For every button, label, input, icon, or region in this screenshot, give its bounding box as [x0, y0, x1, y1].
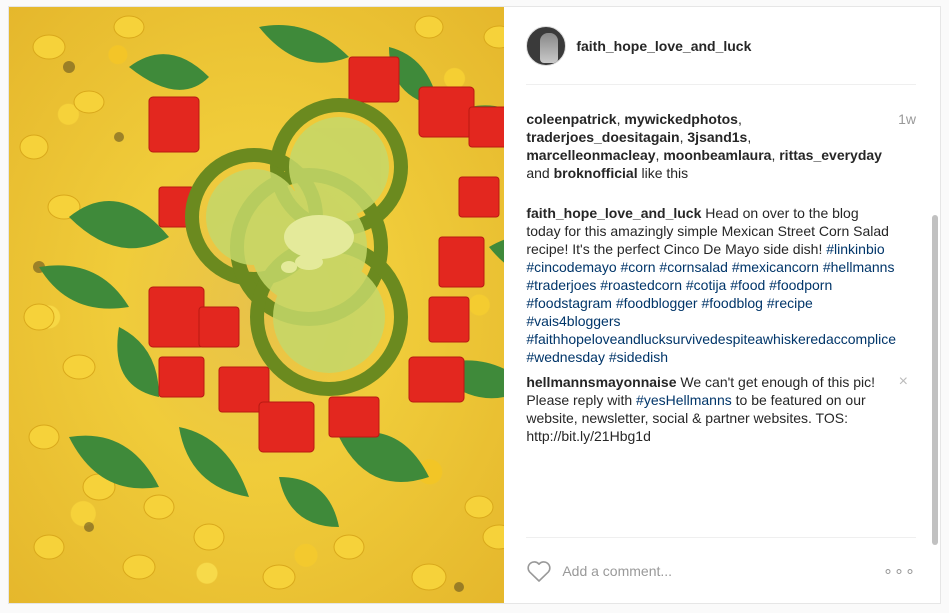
post-side-panel: faith_hope_love_and_luck coleenpatrick, …: [504, 7, 940, 603]
comment-footer: ∘∘∘: [526, 537, 916, 603]
caption-hashtag[interactable]: #cotija: [686, 277, 726, 293]
likes-suffix: like this: [641, 165, 689, 181]
like-user-1[interactable]: mywickedphotos: [624, 111, 738, 127]
comments-area: coleenpatrick, mywickedphotos, traderjoe…: [526, 85, 916, 537]
caption-username[interactable]: faith_hope_love_and_luck: [526, 205, 701, 221]
caption-hashtag[interactable]: #cincodemayo: [526, 259, 616, 275]
caption-hashtag[interactable]: #foodblog: [701, 295, 763, 311]
caption-hashtag[interactable]: #wednesday: [526, 349, 605, 365]
header-username[interactable]: faith_hope_love_and_luck: [576, 38, 751, 54]
like-user-2[interactable]: traderjoes_doesitagain: [526, 129, 679, 145]
post-header: faith_hope_love_and_luck: [526, 7, 916, 85]
caption-hashtag[interactable]: #food: [730, 277, 765, 293]
caption-hashtag[interactable]: #sidedish: [609, 349, 668, 365]
caption-hashtag[interactable]: #hellmanns: [823, 259, 895, 275]
caption-hashtag[interactable]: #foodstagram: [526, 295, 612, 311]
comment-username[interactable]: hellmannsmayonnaise: [526, 374, 676, 390]
caption-hashtag[interactable]: #corn: [621, 259, 656, 275]
caption-hashtag[interactable]: #foodblogger: [616, 295, 698, 311]
comment-hashtag[interactable]: #yesHellmanns: [636, 392, 732, 408]
avatar[interactable]: [526, 25, 567, 66]
like-user-6[interactable]: rittas_everyday: [779, 147, 882, 163]
post-time[interactable]: 1w: [898, 110, 916, 182]
more-options-icon[interactable]: ∘∘∘: [883, 561, 916, 581]
like-user-last[interactable]: broknofficial: [554, 165, 638, 181]
comment-input[interactable]: [562, 562, 883, 579]
caption-hashtag[interactable]: #mexicancorn: [732, 259, 819, 275]
like-user-0[interactable]: coleenpatrick: [526, 111, 616, 127]
caption-hashtag[interactable]: #foodporn: [769, 277, 832, 293]
comments-scrollbar[interactable]: [932, 215, 938, 545]
heart-outline-icon[interactable]: [526, 559, 552, 583]
caption-hashtag[interactable]: #faithhopeloveandlucksurvivedespiteawhis…: [526, 331, 896, 347]
like-user-4[interactable]: marcelleonmacleay: [526, 147, 655, 163]
caption-hashtag[interactable]: #vais4bloggers: [526, 313, 620, 329]
comment-item: hellmannsmayonnaise We can't get enough …: [526, 373, 916, 445]
caption-hashtag[interactable]: #roastedcorn: [600, 277, 682, 293]
caption-hashtag[interactable]: #linkinbio: [826, 241, 884, 257]
post-frame: faith_hope_love_and_luck coleenpatrick, …: [8, 6, 941, 604]
caption-hashtags: #linkinbio #cincodemayo #corn #cornsalad…: [526, 241, 896, 365]
post-photo[interactable]: [9, 7, 505, 603]
likes-and: and: [526, 165, 550, 181]
like-user-3[interactable]: 3jsand1s: [687, 129, 747, 145]
likes-row: coleenpatrick, mywickedphotos, traderjoe…: [526, 85, 916, 182]
caption-comment: faith_hope_love_and_luck Head on over to…: [526, 204, 916, 366]
caption-hashtag[interactable]: #recipe: [767, 295, 813, 311]
close-icon[interactable]: ×: [899, 373, 908, 391]
caption-hashtag[interactable]: #traderjoes: [526, 277, 596, 293]
caption-hashtag[interactable]: #cornsalad: [659, 259, 728, 275]
like-user-5[interactable]: moonbeamlaura: [663, 147, 771, 163]
photo-artwork: [19, 15, 505, 592]
likes-text: coleenpatrick, mywickedphotos, traderjoe…: [526, 111, 882, 181]
